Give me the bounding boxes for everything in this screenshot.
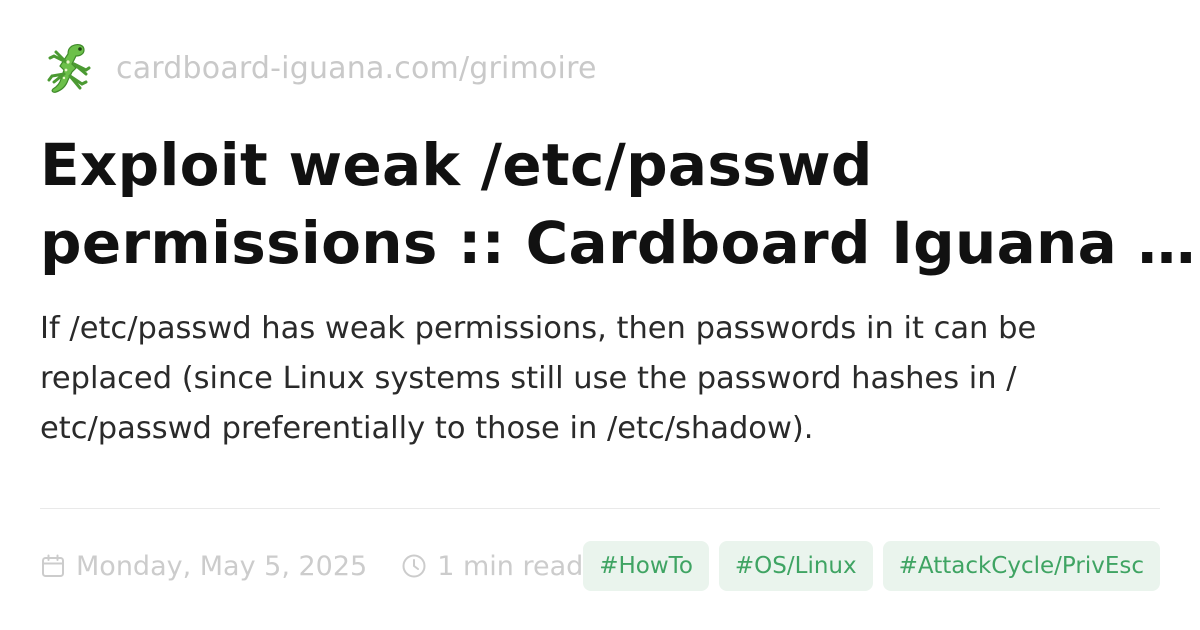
clock-icon xyxy=(402,554,426,578)
iguana-logo-icon xyxy=(47,44,91,93)
page-description: If /etc/passwd has weak permissions, the… xyxy=(40,304,1165,454)
tag-attackcycle-privesc[interactable]: #AttackCycle/PrivEsc xyxy=(882,541,1160,591)
post-meta: Monday, May 5, 2025 1 min read xyxy=(40,541,617,591)
tag-list: #HowTo #OS/Linux #AttackCycle/PrivEsc xyxy=(583,541,1160,591)
divider xyxy=(40,508,1160,509)
description-line-2: replaced (since Linux systems still use … xyxy=(40,361,1017,396)
page-title-line-1: Exploit weak /etc/passwd xyxy=(40,131,873,199)
read-time-text: 1 min read xyxy=(437,550,584,582)
page-title: Exploit weak /etc/passwd permissions :: … xyxy=(40,126,1196,282)
description-line-3: etc/passwd preferentially to those in /e… xyxy=(40,411,814,446)
tag-os-linux[interactable]: #OS/Linux xyxy=(718,541,873,591)
read-time: 1 min read xyxy=(401,551,583,582)
description-line-1: If /etc/passwd has weak permissions, the… xyxy=(40,311,1037,346)
site-header: cardboard-iguana.com/grimoire xyxy=(42,40,597,96)
site-url[interactable]: cardboard-iguana.com/grimoire xyxy=(116,51,597,86)
post-date: Monday, May 5, 2025 xyxy=(40,551,367,582)
calendar-icon xyxy=(42,554,64,577)
post-date-text: Monday, May 5, 2025 xyxy=(76,550,368,582)
tag-howto[interactable]: #HowTo xyxy=(583,541,709,591)
page-title-line-2: permissions :: Cardboard Iguana … xyxy=(40,209,1196,277)
